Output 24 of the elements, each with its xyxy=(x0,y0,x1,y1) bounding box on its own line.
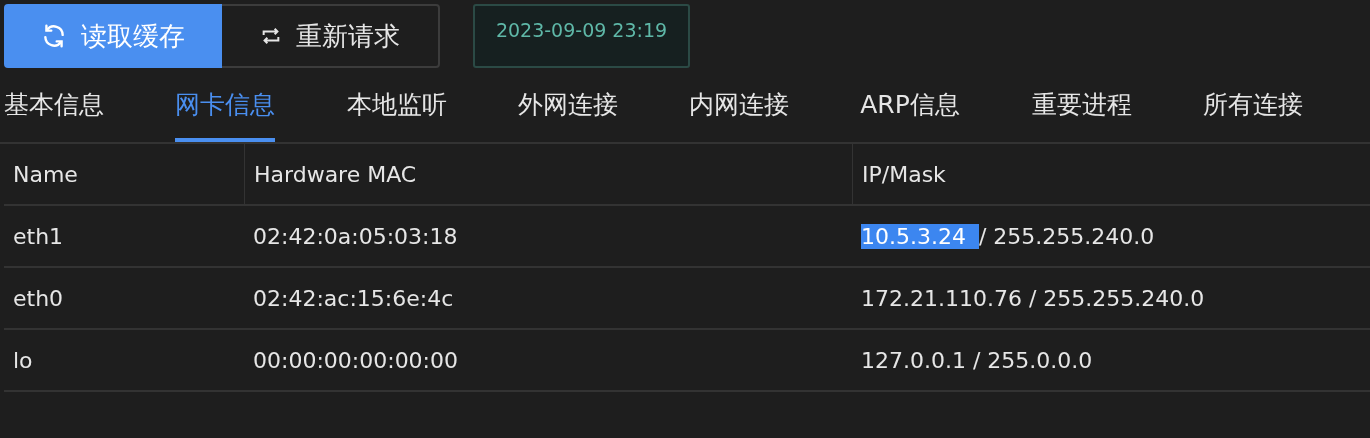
tab[interactable]: 网卡信息 xyxy=(175,68,276,142)
table-cell-text: lo xyxy=(13,346,33,375)
tab[interactable]: 内网连接 xyxy=(689,68,789,142)
column-header: Hardware MAC xyxy=(254,160,417,189)
timestamp: 2023-09-09 23:19 xyxy=(473,4,690,68)
tab[interactable]: 本地监听 xyxy=(346,68,447,142)
tab[interactable]: 所有连接 xyxy=(1202,68,1303,142)
table-cell-text: eth1 xyxy=(13,222,64,251)
table-cell-text: 02:42:0a:05:03:18 xyxy=(253,222,458,251)
table-cell-text: 02:42:ac:15:6e:4c xyxy=(253,284,454,313)
tab[interactable]: 重要进程 xyxy=(1031,68,1132,142)
table-cell-text: 172.21.110.76 / 255.255.240.0 xyxy=(861,284,1205,313)
tab[interactable]: 外网连接 xyxy=(517,68,618,142)
table-cell-text: eth0 xyxy=(13,284,64,313)
column-header: Name xyxy=(13,160,78,189)
repeat-icon xyxy=(260,25,282,47)
refresh-icon xyxy=(41,23,67,49)
table-cell-text: 10.5.3.24 / 255.255.240.0 xyxy=(861,222,1155,251)
table-cell-text: 00:00:00:00:00:00 xyxy=(253,346,459,375)
column-header: IP/Mask xyxy=(862,160,946,189)
tab[interactable]: 基本信息 xyxy=(4,68,104,142)
toolbar-button[interactable]: 重新请求 xyxy=(222,4,440,68)
table-cell-text: 127.0.0.1 / 255.0.0.0 xyxy=(861,346,1093,375)
tab[interactable]: ARP信息 xyxy=(860,68,960,142)
